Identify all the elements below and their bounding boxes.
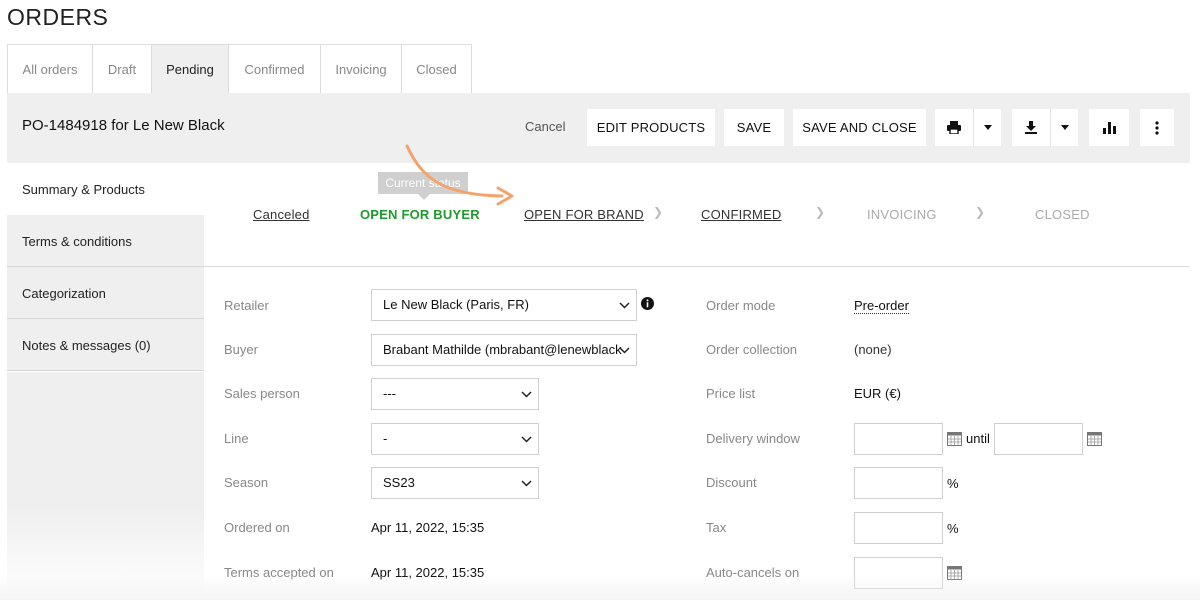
order-mode-value[interactable]: Pre-order [854, 298, 909, 314]
chevron-right-icon: ❯ [975, 205, 986, 219]
calendar-icon[interactable] [947, 432, 962, 446]
arrow-annotation-icon [405, 144, 514, 206]
tab-confirmed[interactable]: Confirmed [228, 44, 320, 94]
retailer-label: Retailer [224, 298, 269, 313]
sales-person-select[interactable]: --- [371, 378, 539, 410]
sidebar-item-notes-messages[interactable]: Notes & messages (0) [7, 319, 204, 371]
download-icon [1025, 121, 1037, 134]
bar-chart-icon [1102, 121, 1116, 134]
order-collection-label: Order collection [706, 342, 798, 357]
tab-pending[interactable]: Pending [151, 44, 228, 94]
chevron-down-icon [1060, 125, 1069, 130]
tab-invoicing[interactable]: Invoicing [320, 44, 401, 94]
order-sidebar: Summary & Products Terms & conditions Ca… [7, 163, 204, 371]
price-list-value: EUR (€) [854, 386, 901, 401]
info-icon[interactable] [641, 297, 654, 310]
more-vertical-icon [1155, 120, 1159, 135]
status-step-canceled[interactable]: Canceled [253, 207, 310, 222]
ordered-on-label: Ordered on [224, 520, 290, 535]
chevron-right-icon: ❯ [653, 205, 664, 219]
discount-label: Discount [706, 475, 757, 490]
edit-products-button[interactable]: EDIT PRODUCTS [587, 109, 715, 146]
season-label: Season [224, 475, 269, 490]
order-status-tabs: All orders Draft Pending Confirmed Invoi… [7, 44, 472, 94]
terms-accepted-on-value: Apr 11, 2022, 15:35 [371, 565, 485, 580]
order-header-bar: PO-1484918 for Le New Black Cancel EDIT … [7, 93, 1190, 163]
chevron-right-icon: ❯ [815, 205, 826, 219]
tab-all-orders[interactable]: All orders [7, 44, 92, 94]
order-title: PO-1484918 for Le New Black [22, 117, 225, 134]
chevron-down-icon [521, 391, 532, 398]
print-menu-toggle[interactable] [974, 109, 1001, 146]
sales-person-value: --- [383, 386, 396, 401]
retailer-value: Le New Black (Paris, FR) [383, 297, 529, 312]
save-and-close-button[interactable]: SAVE AND CLOSE [793, 109, 926, 146]
buyer-label: Buyer [224, 342, 258, 357]
sidebar-item-summary-products[interactable]: Summary & Products [7, 163, 204, 215]
chevron-down-icon [521, 436, 532, 443]
delivery-window-start-input[interactable] [854, 423, 943, 455]
stats-button[interactable] [1089, 109, 1129, 146]
tab-draft[interactable]: Draft [92, 44, 151, 94]
chevron-down-icon [521, 480, 532, 487]
tax-unit: % [947, 521, 959, 536]
chevron-down-icon [619, 302, 630, 309]
order-collection-value: (none) [854, 342, 892, 357]
sidebar-item-categorization[interactable]: Categorization [7, 267, 204, 319]
season-select[interactable]: SS23 [371, 467, 539, 499]
status-progress: Current status Canceled OPEN FOR BUYER O… [204, 144, 1190, 267]
calendar-icon[interactable] [1087, 432, 1102, 446]
order-mode-label: Order mode [706, 298, 776, 313]
terms-accepted-on-label: Terms accepted on [224, 565, 334, 580]
print-icon [947, 121, 961, 134]
season-value: SS23 [383, 475, 415, 490]
download-menu-toggle[interactable] [1051, 109, 1078, 146]
sidebar-background [7, 372, 204, 600]
line-select[interactable]: - [371, 423, 539, 455]
buyer-select[interactable]: Brabant Mathilde (mbrabant@lenewblack [371, 334, 637, 366]
buyer-value: Brabant Mathilde (mbrabant@lenewblack [383, 342, 622, 357]
retailer-select[interactable]: Le New Black (Paris, FR) [371, 289, 637, 321]
auto-cancels-on-label: Auto-cancels on [706, 565, 800, 580]
print-button[interactable] [935, 109, 973, 146]
sales-person-label: Sales person [224, 386, 300, 401]
save-button[interactable]: SAVE [724, 109, 784, 146]
price-list-label: Price list [706, 386, 756, 401]
chevron-down-icon [983, 125, 992, 130]
delivery-window-label: Delivery window [706, 431, 800, 446]
status-step-invoicing: INVOICING [867, 207, 937, 222]
download-button[interactable] [1012, 109, 1050, 146]
calendar-icon[interactable] [947, 566, 962, 580]
discount-unit: % [947, 476, 959, 491]
status-step-closed: CLOSED [1035, 207, 1090, 222]
until-label: until [966, 431, 990, 446]
ordered-on-value: Apr 11, 2022, 15:35 [371, 520, 485, 535]
tab-closed[interactable]: Closed [401, 44, 472, 94]
order-details-form: Retailer Le New Black (Paris, FR) Buyer … [204, 268, 1190, 600]
status-step-confirmed[interactable]: CONFIRMED [701, 207, 782, 222]
chevron-down-icon [619, 347, 630, 354]
tax-label: Tax [706, 520, 727, 535]
auto-cancels-on-input[interactable] [854, 557, 943, 589]
line-label: Line [224, 431, 249, 446]
page-title: ORDERS [7, 4, 109, 30]
sidebar-item-terms-conditions[interactable]: Terms & conditions [7, 215, 204, 267]
delivery-window-end-input[interactable] [994, 423, 1083, 455]
discount-input[interactable] [854, 467, 943, 499]
tax-input[interactable] [854, 512, 943, 544]
more-options-button[interactable] [1140, 109, 1174, 146]
status-step-open-for-brand[interactable]: OPEN FOR BRAND [524, 207, 644, 222]
cancel-button[interactable]: Cancel [525, 119, 565, 134]
line-value: - [383, 431, 388, 446]
